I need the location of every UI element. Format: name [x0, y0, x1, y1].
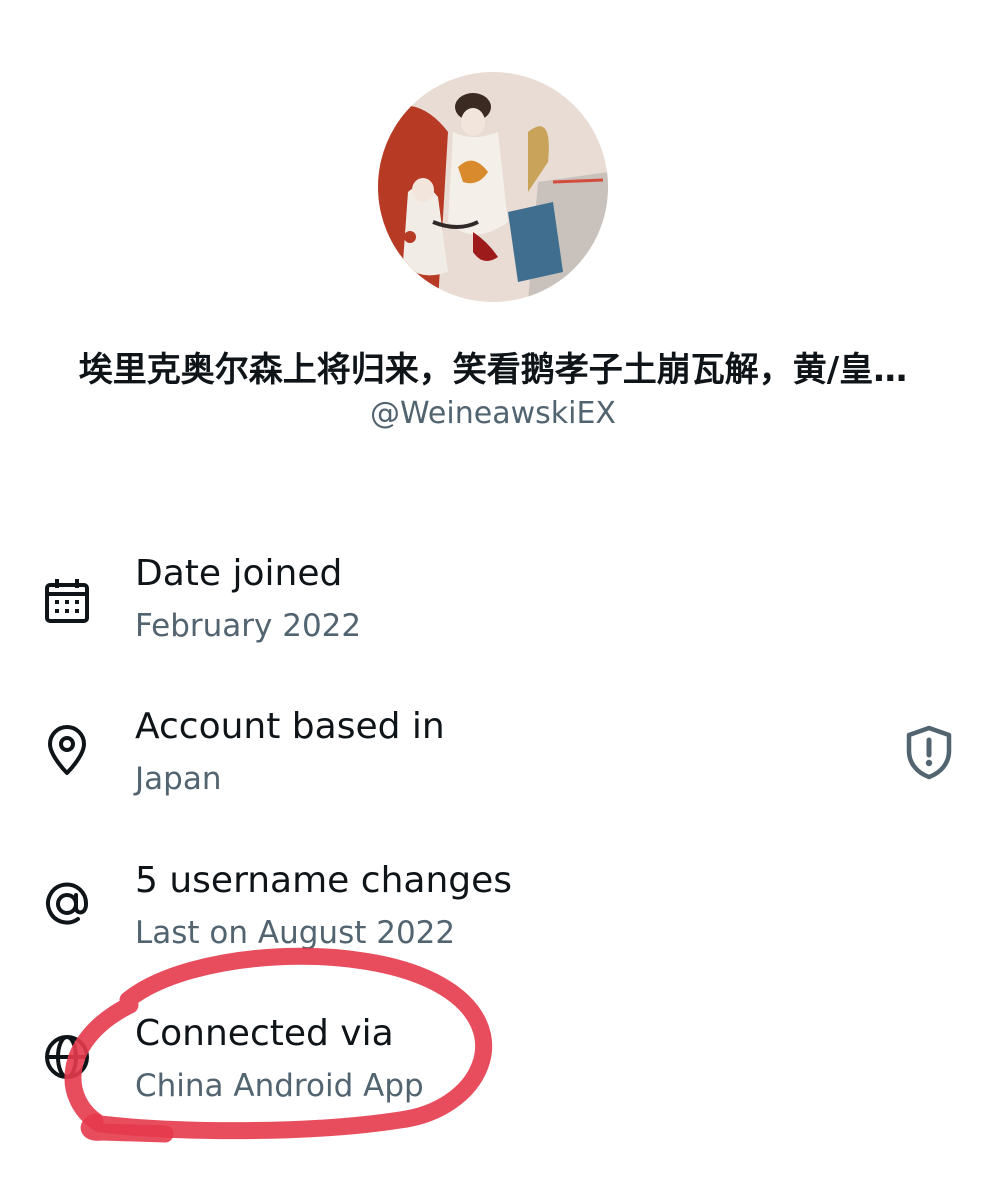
username-changes-label: 5 username changes: [135, 860, 513, 901]
shield-alert-icon[interactable]: [903, 724, 955, 780]
username-changes-value: Last on August 2022: [135, 915, 456, 951]
date-joined-label: Date joined: [135, 553, 343, 594]
detail-row-username-changes: 5 username changes Last on August 2022: [0, 847, 986, 967]
connected-via-label: Connected via: [135, 1013, 394, 1054]
avatar-illustration: [378, 72, 608, 302]
detail-row-date-joined: Date joined February 2022: [0, 540, 986, 660]
location-pin-icon: [40, 723, 94, 777]
date-joined-value: February 2022: [135, 608, 362, 644]
profile-handle: @WeineawskiEX: [370, 396, 616, 431]
profile-avatar[interactable]: [378, 72, 608, 302]
detail-row-connected-via: Connected via China Android App: [0, 1000, 986, 1120]
globe-icon: [40, 1030, 94, 1084]
at-sign-icon: [40, 877, 94, 931]
detail-row-account-based-in: Account based in Japan: [0, 693, 986, 813]
calendar-icon: [40, 574, 94, 628]
account-based-in-label: Account based in: [135, 706, 445, 747]
account-based-in-value: Japan: [135, 761, 222, 797]
profile-display-name: 埃里克奥尔森上将归来，笑看鹅孝子土崩瓦解，黄/皇…: [78, 350, 908, 390]
connected-via-value: China Android App: [135, 1068, 424, 1104]
